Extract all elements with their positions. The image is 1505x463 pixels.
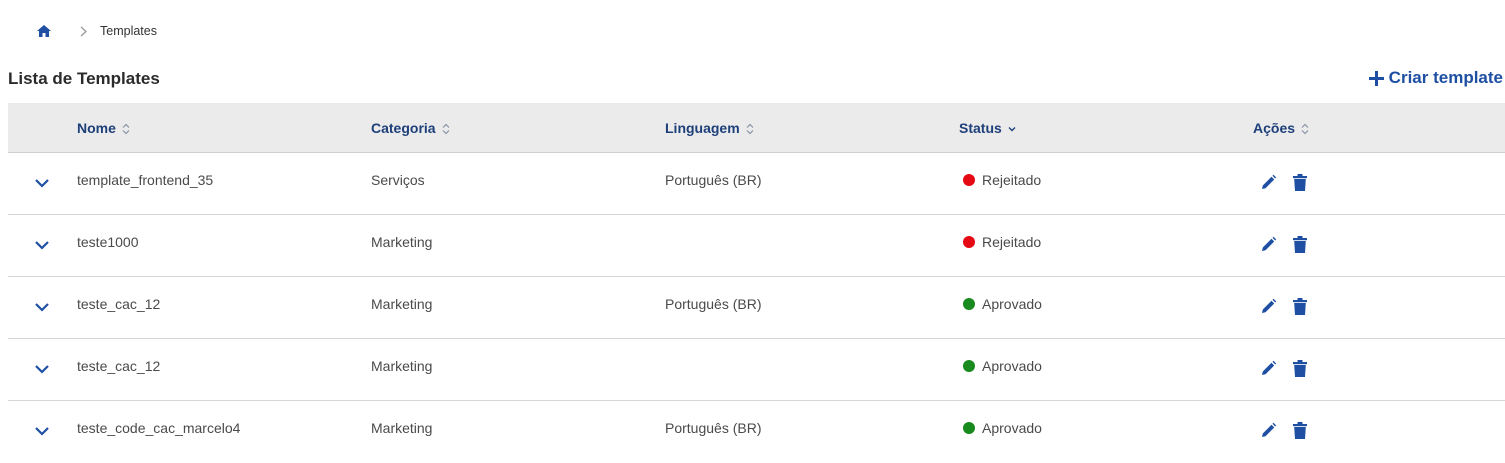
- cell-status: Aprovado: [963, 358, 1042, 374]
- templates-table: Nome Categoria Linguagem Status Ações te…: [8, 103, 1505, 463]
- sort-descending-icon: [1008, 122, 1016, 134]
- cell-nome: teste_cac_12: [77, 358, 161, 374]
- breadcrumb: Templates: [36, 22, 157, 40]
- delete-trash-icon[interactable]: [1291, 172, 1309, 192]
- status-label: Aprovado: [982, 420, 1042, 436]
- delete-trash-icon[interactable]: [1291, 358, 1309, 378]
- table-header: Nome Categoria Linguagem Status Ações: [8, 103, 1505, 153]
- column-header-label: Linguagem: [665, 120, 740, 136]
- cell-nome: teste1000: [77, 234, 139, 250]
- sort-icon: [122, 122, 130, 135]
- plus-icon: [1368, 70, 1384, 86]
- cell-linguagem: Português (BR): [665, 172, 762, 188]
- column-header-linguagem[interactable]: Linguagem: [665, 103, 754, 153]
- expand-chevron-icon[interactable]: [34, 361, 50, 377]
- status-label: Aprovado: [982, 296, 1042, 312]
- edit-pencil-icon[interactable]: [1259, 296, 1277, 316]
- status-label: Rejeitado: [982, 172, 1042, 188]
- column-header-label: Status: [959, 120, 1002, 136]
- row-actions: [1259, 358, 1309, 378]
- sort-icon: [442, 122, 450, 135]
- cell-status: Aprovado: [963, 296, 1042, 312]
- edit-pencil-icon[interactable]: [1259, 234, 1277, 254]
- status-dot-rejected: [963, 174, 975, 186]
- cell-linguagem: Português (BR): [665, 420, 762, 436]
- status-dot-approved: [963, 422, 975, 434]
- breadcrumb-current[interactable]: Templates: [100, 24, 157, 38]
- delete-trash-icon[interactable]: [1291, 420, 1309, 440]
- page-title: Lista de Templates: [8, 69, 160, 88]
- cell-nome: template_frontend_35: [77, 172, 214, 188]
- table-row: teste_cac_12 Marketing Português (BR) Ap…: [8, 277, 1505, 339]
- status-dot-rejected: [963, 236, 975, 248]
- cell-nome: teste_code_cac_marcelo4: [77, 420, 241, 436]
- column-header-label: Ações: [1253, 120, 1296, 136]
- cell-categoria: Serviços: [371, 172, 425, 188]
- column-header-categoria[interactable]: Categoria: [371, 103, 450, 153]
- home-icon[interactable]: [36, 23, 52, 39]
- edit-pencil-icon[interactable]: [1259, 172, 1277, 192]
- row-actions: [1259, 420, 1309, 440]
- edit-pencil-icon[interactable]: [1259, 420, 1277, 440]
- edit-pencil-icon[interactable]: [1259, 358, 1277, 378]
- cell-categoria: Marketing: [371, 420, 433, 436]
- column-header-acoes[interactable]: Ações: [1253, 103, 1309, 153]
- row-actions: [1259, 234, 1309, 254]
- chevron-right-icon: [80, 23, 92, 39]
- table-row: template_frontend_35 Serviços Português …: [8, 153, 1505, 215]
- status-label: Rejeitado: [982, 234, 1042, 250]
- table-row: teste_code_cac_marcelo4 Marketing Portug…: [8, 401, 1505, 463]
- cell-linguagem: Português (BR): [665, 296, 762, 312]
- expand-chevron-icon[interactable]: [34, 299, 50, 315]
- expand-chevron-icon[interactable]: [34, 237, 50, 253]
- create-template-label: Criar template: [1388, 68, 1503, 87]
- cell-status: Aprovado: [963, 420, 1042, 436]
- row-actions: [1259, 172, 1309, 192]
- cell-categoria: Marketing: [371, 234, 433, 250]
- cell-status: Rejeitado: [963, 234, 1041, 250]
- cell-nome: teste_cac_12: [77, 296, 161, 312]
- expand-chevron-icon[interactable]: [34, 423, 50, 439]
- status-label: Aprovado: [982, 358, 1042, 374]
- row-actions: [1259, 296, 1309, 316]
- status-dot-approved: [963, 360, 975, 372]
- cell-categoria: Marketing: [371, 296, 433, 312]
- table-row: teste_cac_12 Marketing Aprovado: [8, 339, 1505, 401]
- column-header-label: Categoria: [371, 120, 436, 136]
- status-dot-approved: [963, 298, 975, 310]
- delete-trash-icon[interactable]: [1291, 234, 1309, 254]
- column-header-status[interactable]: Status: [959, 103, 1016, 153]
- delete-trash-icon[interactable]: [1291, 296, 1309, 316]
- create-template-button[interactable]: Criar template: [1368, 68, 1503, 88]
- sort-icon: [1301, 122, 1309, 135]
- sort-icon: [746, 122, 754, 135]
- expand-chevron-icon[interactable]: [34, 175, 50, 191]
- cell-status: Rejeitado: [963, 172, 1041, 188]
- column-header-nome[interactable]: Nome: [77, 103, 130, 153]
- cell-categoria: Marketing: [371, 358, 433, 374]
- table-row: teste1000 Marketing Rejeitado: [8, 215, 1505, 277]
- column-header-label: Nome: [77, 120, 116, 136]
